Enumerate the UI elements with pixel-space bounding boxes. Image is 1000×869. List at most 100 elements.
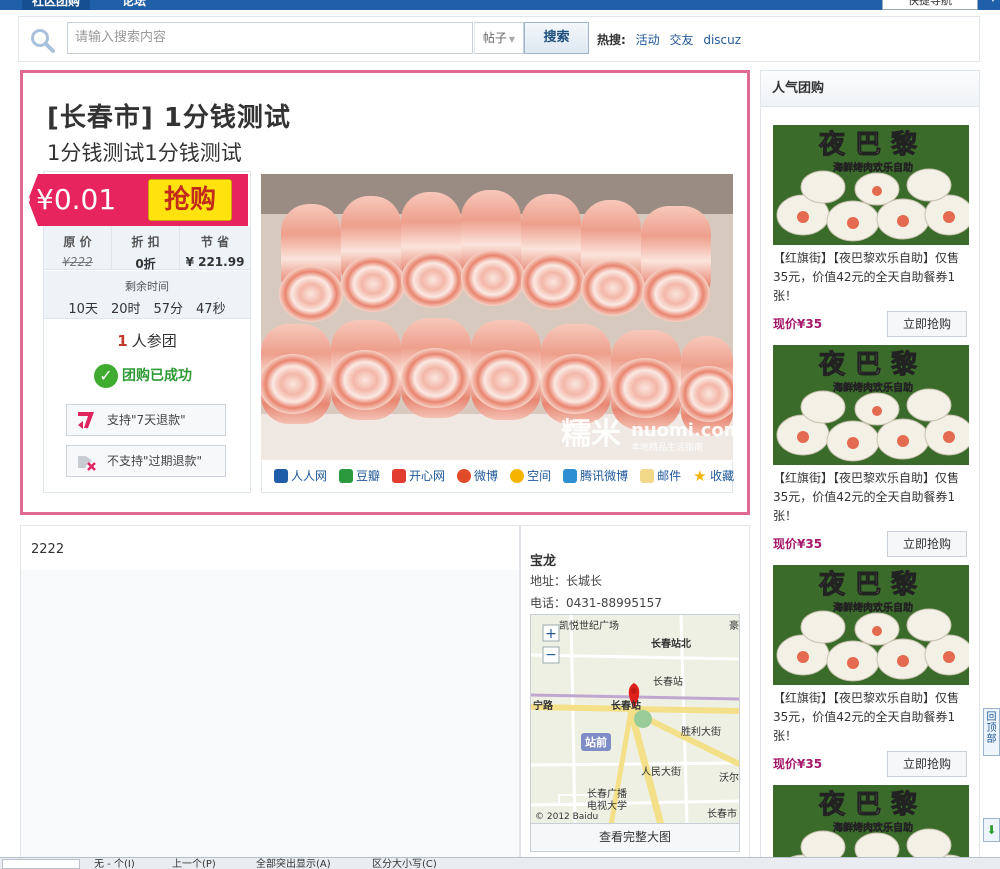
hot-link-dating[interactable]: 交友: [669, 33, 693, 47]
price-tag: ¥0.01 抢购: [28, 174, 248, 226]
share-douban[interactable]: 豆瓣: [339, 468, 381, 483]
stat-discount: 折 扣 0折: [112, 226, 180, 271]
buy-now-button[interactable]: 立即抢购: [887, 531, 967, 557]
weibo-icon: [457, 468, 472, 483]
thumbnail-title: 夜巴黎: [818, 789, 927, 820]
tencent-weibo-icon: [563, 468, 578, 483]
stat-original: 原 价 ¥222: [44, 226, 112, 270]
search-type-select[interactable]: 帖子 ▼: [474, 22, 524, 54]
hot-link-discuz[interactable]: discuz: [703, 33, 741, 47]
thumbnail-title: 夜巴黎: [818, 569, 927, 600]
renren-icon: [274, 468, 288, 483]
map-label-8: 人民大街: [641, 765, 681, 778]
thumbnail-title: 夜巴黎: [818, 349, 927, 380]
map-label-10: 电视大学: [587, 799, 627, 812]
hot-label: 热搜:: [597, 33, 626, 47]
share-qzone-label: 空间: [527, 469, 552, 483]
participants-label: 人参团: [131, 332, 177, 350]
check-circle-icon: ✓: [94, 364, 118, 388]
popular-deals-sidebar: 人气团购 夜巴黎 海鲜烤肉欢乐自助 【红旗街】【夜巴黎欢乐自助】仅售35元，价值…: [760, 70, 980, 869]
share-email[interactable]: 邮件: [640, 468, 681, 483]
map-label-2: 长春站北: [651, 637, 691, 650]
find-next-button[interactable]: 无 - 个(I): [94, 858, 135, 869]
popular-deal-price: 现价¥35: [773, 537, 823, 551]
store-phone: 电话：0431-88995157: [530, 596, 662, 610]
watermark-en: nuomi.com: [631, 420, 733, 441]
deal-subtitle: 1分钱测试1分钱测试: [47, 141, 242, 165]
share-weibo[interactable]: 微博: [457, 468, 499, 483]
share-tencent-weibo-label: 腾讯微博: [580, 469, 629, 483]
find-input[interactable]: [2, 859, 80, 869]
share-weibo-label: 微博: [474, 469, 499, 483]
share-kaixin[interactable]: 开心网: [392, 468, 445, 483]
store-map[interactable]: + − 站前 凯悦世纪广场 长春站北 长春站 宁路 长春站 胜利大街 人民大街 …: [530, 614, 740, 824]
original-price: ¥222: [62, 255, 93, 269]
popular-deal-price: 现价¥35: [773, 317, 823, 331]
map-label-7: 胜利大街: [681, 725, 721, 738]
search-bar: 请输入搜索内容 帖子 ▼ 搜索 热搜: 活动 交友 discuz: [18, 16, 980, 62]
thumbnail-title: 夜巴黎: [818, 129, 927, 160]
thumbnail-subtitle: 海鲜烤肉欢乐自助: [833, 821, 913, 834]
store-name: 宝龙: [530, 554, 557, 569]
search-icon: [31, 29, 55, 53]
thumbnail-subtitle: 海鲜烤肉欢乐自助: [833, 161, 913, 174]
share-qzone[interactable]: 空间: [510, 468, 552, 483]
find-prev-button[interactable]: 上一个(P): [172, 858, 216, 869]
popular-deal-title[interactable]: 【红旗街】【夜巴黎欢乐自助】仅售35元，价值42元的全天自助餐券1张！: [773, 249, 969, 306]
highlight-all-button[interactable]: 全部突出显示(A): [256, 858, 331, 869]
map-label-6: 站前: [585, 735, 607, 749]
search-type-label: 帖子: [482, 31, 507, 45]
qzone-icon: [510, 468, 525, 483]
search-input[interactable]: 请输入搜索内容: [67, 22, 473, 54]
buy-panel: ¥0.01 抢购 原 价 ¥222 折 扣 0折 节 省 ¥ 221.99 剩余…: [28, 171, 251, 493]
refund-7day-button[interactable]: 支持"7天退款": [66, 404, 226, 436]
share-renren[interactable]: 人人网: [274, 468, 328, 483]
map-label-5: 长春站: [611, 699, 641, 712]
popular-deal-image[interactable]: 夜巴黎 海鲜烤肉欢乐自助: [773, 565, 969, 685]
sidebar-title: 人气团购: [761, 71, 979, 107]
quick-nav-button[interactable]: 快捷导航: [882, 0, 978, 10]
share-tencent-weibo[interactable]: 腾讯微博: [563, 468, 629, 483]
popular-deal-image[interactable]: 夜巴黎 海鲜烤肉欢乐自助: [773, 345, 969, 465]
zoom-out-icon[interactable]: −: [545, 647, 557, 663]
share-favorite-label: 收藏: [710, 469, 735, 483]
grab-button[interactable]: 抢购: [148, 179, 232, 221]
tab-group-buy[interactable]: 社区团购: [22, 0, 91, 10]
match-case-checkbox[interactable]: 区分大小写(C): [372, 858, 437, 869]
find-bar: 无 - 个(I) 上一个(P) 全部突出显示(A) 区分大小写(C): [0, 857, 1000, 869]
share-bar: 人人网 豆瓣 开心网 微博 空间 腾讯微博 邮件 ★ 收藏: [261, 461, 735, 493]
top-navigation: 社区团购 论坛 快捷导航 ▼: [0, 0, 1000, 10]
map-label-13: 豪: [729, 619, 739, 632]
scroll-down-button[interactable]: ⬇: [983, 818, 1000, 842]
refund-expired-button[interactable]: 不支持"过期退款": [66, 445, 226, 477]
share-renren-label: 人人网: [291, 469, 328, 483]
deal-status-text: 团购已成功: [122, 368, 192, 384]
map-label-1: 凯悦世纪广场: [559, 619, 619, 632]
watermark-cn: 糯米: [561, 417, 621, 452]
refund-expired-icon: [78, 456, 96, 471]
tab-forum[interactable]: 论坛: [112, 0, 156, 10]
price-tag-hole: [28, 196, 30, 203]
search-button[interactable]: 搜索: [524, 22, 589, 54]
countdown-value: 10天 20时 57分 47秒: [68, 302, 226, 317]
buy-now-button[interactable]: 立即抢购: [887, 311, 967, 337]
map-label-11: 沃尔: [719, 771, 739, 784]
buy-now-button[interactable]: 立即抢购: [887, 751, 967, 777]
popular-deal-title[interactable]: 【红旗街】【夜巴黎欢乐自助】仅售35元，价值42元的全天自助餐券1张！: [773, 689, 969, 746]
popular-deal-title[interactable]: 【红旗街】【夜巴黎欢乐自助】仅售35元，价值42元的全天自助餐券1张！: [773, 469, 969, 526]
countdown: 剩余时间 10天 20时 57分 47秒: [44, 271, 250, 319]
popular-deal-image[interactable]: 夜巴黎 海鲜烤肉欢乐自助: [773, 125, 969, 245]
refund-expired-label: 不支持"过期退款": [107, 454, 203, 468]
saved-value: ¥ 221.99: [185, 255, 245, 269]
countdown-label: 剩余时间: [125, 280, 169, 293]
store-address: 地址：长城长: [530, 574, 603, 588]
kaixin-icon: [392, 468, 407, 483]
back-to-top-button[interactable]: 回顶部: [983, 708, 1000, 756]
hot-link-activity[interactable]: 活动: [636, 33, 660, 47]
mail-icon: [640, 468, 655, 483]
refund-7day-icon: [78, 412, 94, 429]
share-favorite[interactable]: ★ 收藏: [693, 468, 735, 483]
share-douban-label: 豆瓣: [356, 469, 381, 483]
view-full-map-button[interactable]: 查看完整大图: [530, 824, 740, 852]
zoom-in-icon[interactable]: +: [545, 626, 557, 642]
